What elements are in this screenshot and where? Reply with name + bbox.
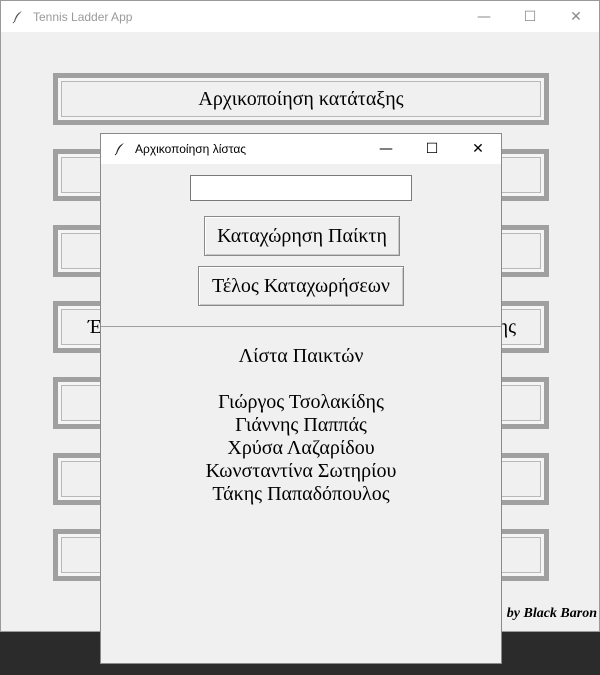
player-name-input[interactable] xyxy=(190,175,412,201)
maximize-button[interactable]: ☐ xyxy=(507,1,553,32)
register-player-button[interactable]: Καταχώρηση Παίκτη xyxy=(204,216,400,256)
close-button[interactable]: ✕ xyxy=(553,1,599,32)
feather-icon xyxy=(12,10,22,23)
dialog-minimize-button[interactable]: — xyxy=(363,134,409,164)
minimize-icon: — xyxy=(379,141,393,157)
register-player-label: Καταχώρηση Παίκτη xyxy=(217,224,387,247)
list-item: Τάκης Παπαδόπουλος xyxy=(212,483,390,505)
players-list: Γιώργος Τσολακίδης Γιάννης Παππάς Χρύσα … xyxy=(101,391,501,506)
finish-registrations-button[interactable]: Τέλος Καταχωρήσεων xyxy=(198,266,404,306)
dialog-titlebar: Αρχικοποίηση λίστας — ☐ ✕ xyxy=(101,134,501,164)
main-titlebar: Tennis Ladder App — ☐ ✕ xyxy=(1,1,599,32)
list-item: Γιώργος Τσολακίδης xyxy=(218,391,384,413)
dialog-title: Αρχικοποίηση λίστας xyxy=(135,142,247,156)
list-item: Χρύσα Λαζαρίδου xyxy=(227,437,375,459)
menu-button-init-ranking[interactable]: Αρχικοποίηση κατάταξης xyxy=(53,73,549,125)
minimize-button[interactable]: — xyxy=(461,1,507,32)
close-icon: ✕ xyxy=(570,8,582,25)
separator xyxy=(101,326,501,327)
minimize-icon: — xyxy=(477,8,491,25)
menu-button-label: Αρχικοποίηση κατάταξης xyxy=(198,87,404,110)
close-icon: ✕ xyxy=(472,141,484,157)
credit-label: by Black Baron xyxy=(506,606,597,621)
dialog-close-button[interactable]: ✕ xyxy=(455,134,501,164)
dialog-maximize-button[interactable]: ☐ xyxy=(409,134,455,164)
players-list-title: Λίστα Παικτών xyxy=(238,345,364,367)
finish-registrations-label: Τέλος Καταχωρήσεων xyxy=(212,274,390,297)
maximize-icon: ☐ xyxy=(425,141,439,157)
list-item: Γιάννης Παππάς xyxy=(235,414,367,436)
init-list-dialog: Αρχικοποίηση λίστας — ☐ ✕ Καταχώρηση Παί… xyxy=(100,133,502,664)
main-window-title: Tennis Ladder App xyxy=(33,9,133,24)
maximize-icon: ☐ xyxy=(523,8,537,25)
feather-icon xyxy=(114,143,124,156)
list-item: Κωνσταντίνα Σωτηρίου xyxy=(205,460,397,482)
